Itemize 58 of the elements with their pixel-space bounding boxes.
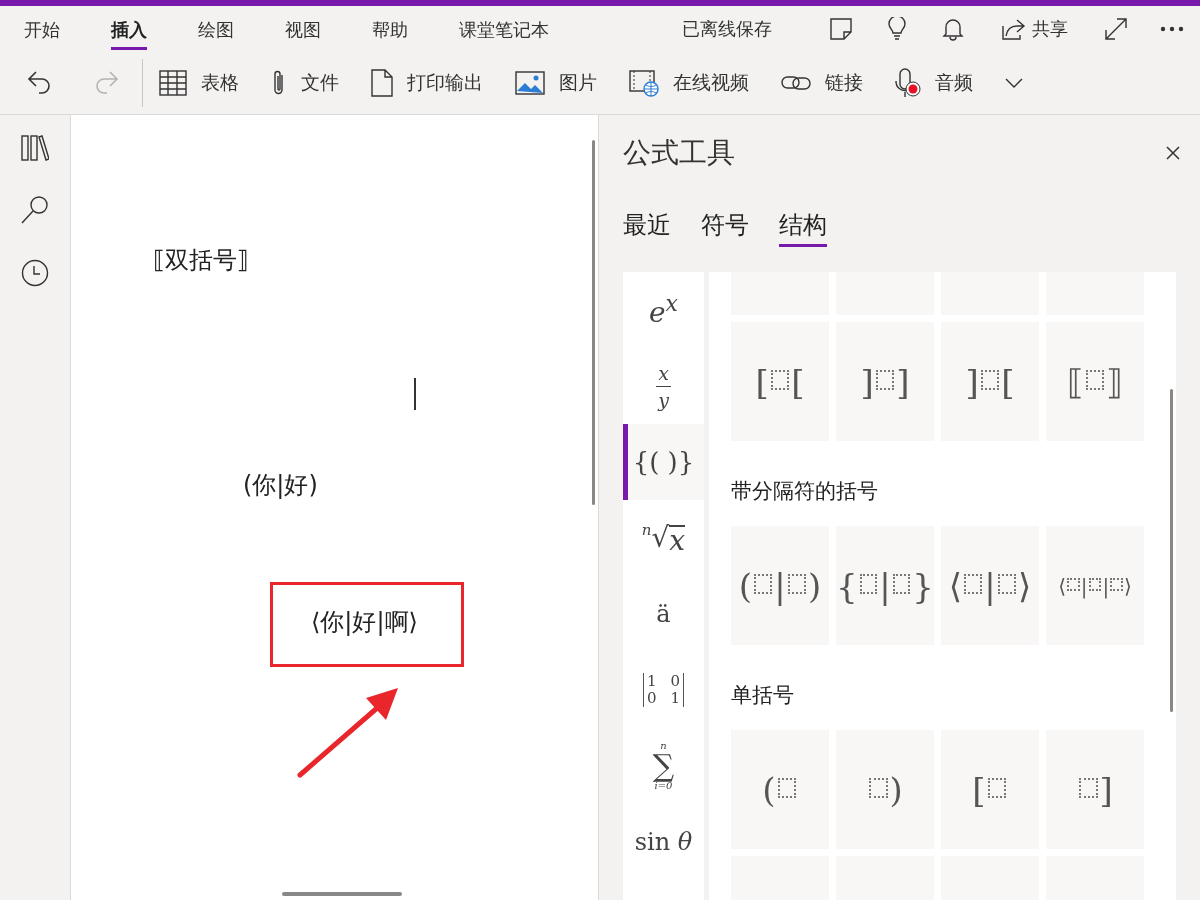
ribbon-tab[interactable]: 绘图	[198, 6, 234, 50]
panel-tab[interactable]: 符号	[701, 209, 749, 247]
ribbon-tab[interactable]: 插入	[111, 6, 147, 50]
insert-tool-button[interactable]: 音频	[895, 68, 973, 98]
insert-tool-button[interactable]: 图片	[515, 70, 597, 96]
section-heading: 带分隔符的括号	[731, 478, 879, 505]
ribbon-tab[interactable]: 课堂笔记本	[459, 6, 549, 50]
microphone-record-icon	[895, 68, 921, 98]
bracket-template-button[interactable]: [	[941, 730, 1039, 849]
bell-icon[interactable]	[942, 17, 964, 41]
bracket-template-button[interactable]: )	[836, 730, 934, 849]
bracket-template-button[interactable]: ⟨ | ⟩	[941, 526, 1039, 645]
insert-tool-button[interactable]: 在线视频	[629, 69, 749, 97]
ribbon-tab[interactable]: 视图	[285, 6, 321, 50]
share-icon	[1002, 18, 1026, 40]
save-status: 已离线保存	[682, 17, 772, 41]
equation-text[interactable]: ⟦双括号⟧	[153, 245, 249, 275]
equation-text[interactable]: (你|好)	[243, 470, 318, 500]
bracket-template-button[interactable]: ]	[1046, 730, 1144, 849]
panel-tab[interactable]: 结构	[779, 209, 827, 247]
more-icon[interactable]	[1160, 26, 1184, 32]
link-icon	[781, 74, 811, 92]
video-globe-icon	[629, 69, 659, 97]
share-button[interactable]: 共享	[1002, 17, 1068, 41]
bracket-template-button[interactable]: [ [	[731, 322, 829, 441]
note-icon[interactable]	[830, 18, 852, 40]
panel-tab[interactable]: 最近	[623, 209, 671, 247]
search-icon[interactable]	[21, 195, 49, 225]
insert-tool-button[interactable]: 打印输出	[371, 69, 483, 97]
scrollbar[interactable]	[1170, 389, 1173, 712]
section-heading: 单括号	[731, 682, 795, 709]
equation-text[interactable]: ⟨你|好|啊⟩	[311, 607, 418, 637]
drag-handle[interactable]	[282, 892, 402, 896]
bracket-template-button[interactable]: ] [	[941, 322, 1039, 441]
structure-category[interactable]: {( )}	[623, 424, 704, 500]
scrollbar[interactable]	[592, 140, 595, 505]
insert-tool-button[interactable]: 链接	[781, 70, 863, 96]
ribbon-tab[interactable]: 帮助	[372, 6, 408, 50]
recent-clock-icon[interactable]	[21, 259, 49, 287]
document-icon	[371, 69, 393, 97]
bracket-template-button[interactable]: ⟦ ⟧	[1046, 322, 1144, 441]
bracket-template-button[interactable]: (	[731, 730, 829, 849]
image-icon	[515, 71, 545, 95]
chevron-down-icon[interactable]	[1005, 76, 1023, 89]
bracket-template-button[interactable]: ( | )	[731, 526, 829, 645]
expand-icon[interactable]	[1104, 17, 1128, 41]
panel-title: 公式工具	[623, 135, 735, 171]
insert-tool-button[interactable]: 文件	[271, 69, 339, 97]
bracket-template-button[interactable]: ] ]	[836, 322, 934, 441]
lightbulb-icon[interactable]	[888, 17, 906, 41]
close-icon	[1164, 144, 1182, 162]
bracket-template-button[interactable]: ⟨ | | ⟩	[1046, 526, 1144, 645]
close-button[interactable]	[1164, 144, 1182, 162]
insert-tool-button[interactable]: 表格	[159, 70, 239, 96]
ribbon-tab[interactable]: 开始	[24, 6, 60, 50]
bracket-template-button[interactable]: { | }	[836, 526, 934, 645]
table-icon	[159, 70, 187, 96]
notebooks-icon[interactable]	[21, 135, 49, 161]
